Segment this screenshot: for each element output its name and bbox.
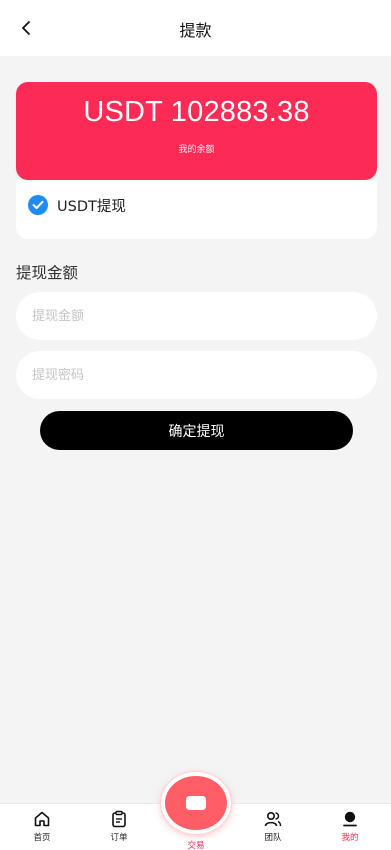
tab-team[interactable]: 团队 [248, 810, 298, 843]
check-circle-icon[interactable] [28, 195, 48, 215]
method-label: USDT提现 [57, 198, 126, 215]
tab-mine-label: 我的 [341, 833, 359, 843]
top-bar: 提款 [0, 0, 391, 56]
wallet-icon [186, 796, 206, 810]
tab-trade[interactable]: 交易 [160, 772, 232, 850]
tab-home[interactable]: 首页 [17, 810, 67, 843]
balance-amount: USDT 102883.38 [83, 96, 310, 128]
tab-orders-label: 订单 [110, 833, 128, 843]
tab-home-label: 首页 [33, 833, 51, 843]
page-title: 提款 [179, 21, 212, 40]
amount-input[interactable] [16, 292, 377, 340]
tab-trade-label: 交易 [187, 841, 205, 850]
tab-orders[interactable]: 订单 [94, 810, 144, 843]
tab-mine[interactable]: 我的 [325, 810, 375, 843]
balance-card: USDT 102883.38 我的余额 [16, 82, 377, 180]
trade-button[interactable] [161, 772, 231, 834]
home-icon [34, 811, 50, 827]
confirm-withdraw-button[interactable]: 确定提现 [40, 411, 353, 450]
clipboard-icon [112, 810, 126, 828]
tab-team-label: 团队 [264, 833, 282, 843]
method-option-usdt[interactable]: USDT提现 [28, 194, 126, 216]
users-icon [264, 811, 282, 827]
balance-label: 我的余额 [178, 145, 215, 155]
user-icon [343, 811, 357, 827]
password-input[interactable] [16, 351, 377, 399]
withdraw-method-card: USDT提现 [16, 180, 377, 239]
amount-section-title: 提现金额 [16, 264, 79, 282]
